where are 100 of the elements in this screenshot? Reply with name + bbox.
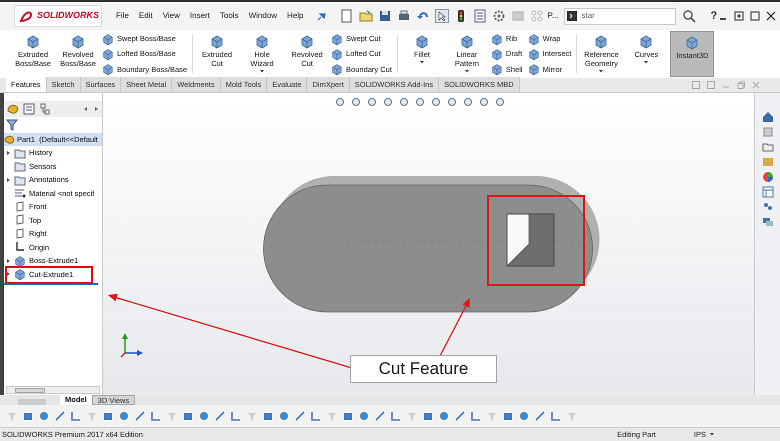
tool-icon[interactable] <box>70 410 82 422</box>
layout-icon[interactable] <box>762 186 774 198</box>
gear-icon[interactable] <box>492 9 506 23</box>
menu-item[interactable]: Window <box>248 10 278 22</box>
configuration-icon[interactable] <box>38 102 52 116</box>
callout-label: Cut Feature <box>350 355 497 383</box>
tool-icon[interactable] <box>22 410 34 422</box>
open-folder-icon[interactable] <box>358 9 372 23</box>
logo: SOLIDWORKS <box>14 5 102 27</box>
property-list-icon[interactable] <box>22 102 36 116</box>
feature-icon <box>490 48 503 60</box>
menu-item[interactable]: File <box>116 10 129 22</box>
tool-icon[interactable] <box>214 410 226 422</box>
tool-icon[interactable] <box>230 410 242 422</box>
menu-item[interactable]: Tools <box>220 10 239 22</box>
panel-icon[interactable] <box>472 9 486 23</box>
folder-icon[interactable] <box>762 141 774 153</box>
feature-icon <box>71 34 85 50</box>
feature-icon <box>102 48 114 60</box>
restore-icon[interactable] <box>734 11 744 21</box>
plane-icon <box>14 214 26 226</box>
chat-icon[interactable] <box>762 216 774 228</box>
origin-icon <box>14 241 26 254</box>
feature-icon <box>331 63 344 76</box>
tool-icon[interactable] <box>310 410 322 422</box>
expand-arrow-icon[interactable] <box>6 150 11 156</box>
part-icon <box>4 134 15 145</box>
print-icon[interactable] <box>396 9 410 23</box>
caret-icon <box>420 61 424 64</box>
tool-icon[interactable] <box>374 410 386 422</box>
tool-icon[interactable] <box>118 410 130 422</box>
tool-icon[interactable] <box>422 410 434 422</box>
feature-icon <box>331 48 344 60</box>
tool-icon[interactable] <box>294 410 306 422</box>
expand-arrow-icon[interactable] <box>6 271 11 278</box>
help-button[interactable]: ? <box>710 8 718 24</box>
color-wheel-icon[interactable] <box>762 171 774 183</box>
tool-icon[interactable] <box>342 410 354 422</box>
scroll-left-icon[interactable] <box>82 105 90 113</box>
feature-icon <box>528 63 540 76</box>
tile-left-icon[interactable] <box>692 81 700 89</box>
document-label[interactable]: P... <box>548 10 558 22</box>
feature-icon <box>210 34 224 50</box>
tool-icon[interactable] <box>518 410 530 422</box>
feature-icon <box>14 254 26 267</box>
tool-icon[interactable] <box>182 410 194 422</box>
caret-icon <box>260 70 264 73</box>
save-icon[interactable] <box>378 9 392 23</box>
tool-icon[interactable] <box>102 410 114 422</box>
tool-icon[interactable] <box>150 410 162 422</box>
maximize-icon[interactable] <box>750 11 760 21</box>
feature-icon <box>414 34 429 50</box>
menu-item[interactable]: View <box>162 10 180 22</box>
filter-icon[interactable] <box>6 119 18 131</box>
feature-icon <box>331 32 344 45</box>
caret-icon <box>464 70 469 73</box>
tool-icon[interactable] <box>278 410 290 422</box>
search-icon[interactable] <box>682 9 696 23</box>
feature-icon <box>102 63 114 76</box>
caret-icon[interactable] <box>710 433 714 436</box>
menu-item[interactable]: Edit <box>138 10 153 22</box>
tool-icon[interactable] <box>534 410 546 422</box>
feature-icon <box>26 34 40 50</box>
tile-right-icon[interactable] <box>707 81 715 89</box>
part-tree-icon[interactable] <box>6 102 20 116</box>
expand-arrow-icon[interactable] <box>6 176 11 183</box>
search-field[interactable]: star <box>564 8 676 24</box>
pin-icon[interactable] <box>316 11 326 21</box>
feature-icon <box>490 63 503 76</box>
tool-icon[interactable] <box>54 410 66 422</box>
box-icon[interactable] <box>762 126 774 138</box>
caret-icon <box>644 61 648 64</box>
tool-icon[interactable] <box>470 410 482 422</box>
scrollbar[interactable] <box>6 386 100 394</box>
folder-icon <box>14 174 26 186</box>
tool-icon[interactable] <box>454 410 466 422</box>
plane-icon <box>14 200 26 213</box>
tool-icon[interactable] <box>358 410 370 422</box>
tool-icon[interactable] <box>550 410 562 422</box>
tool-icon[interactable] <box>438 410 450 422</box>
expand-arrow-icon[interactable] <box>6 258 11 264</box>
feature-icon <box>528 48 540 60</box>
tool-icon[interactable] <box>198 410 210 422</box>
feature-icon <box>594 34 608 50</box>
new-document-icon[interactable] <box>340 9 354 23</box>
menu-item[interactable]: Help <box>287 10 304 22</box>
menu-item[interactable]: Insert <box>190 10 210 22</box>
feature-icon <box>639 34 654 50</box>
feature-icon <box>685 35 700 51</box>
home-icon[interactable] <box>762 111 774 123</box>
tool-icon[interactable] <box>134 410 146 422</box>
tool-icon[interactable] <box>262 410 274 422</box>
ds-logo-icon <box>19 9 33 23</box>
tool-icon[interactable] <box>390 410 402 422</box>
scroll-right-icon[interactable] <box>92 105 100 113</box>
tool-icon[interactable] <box>38 410 50 422</box>
tool-icon[interactable] <box>502 410 514 422</box>
plane-icon <box>14 228 26 240</box>
feature-icon <box>14 268 26 280</box>
close-icon[interactable] <box>766 11 776 21</box>
